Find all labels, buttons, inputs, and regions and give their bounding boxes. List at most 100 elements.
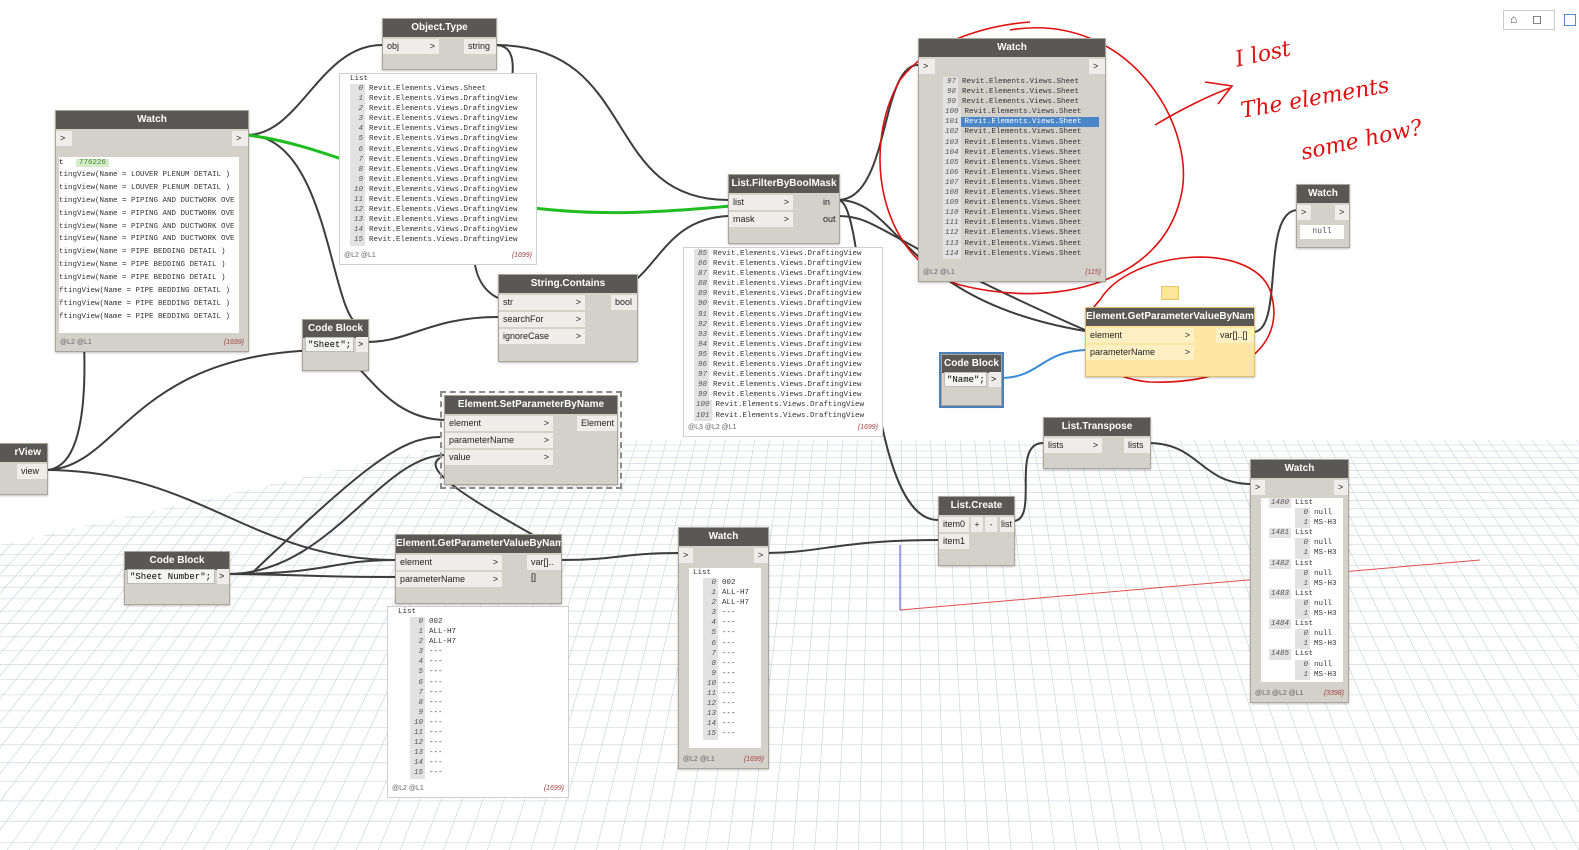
node-code-block-sheet-number[interactable]: Code Block "Sheet Number"; > bbox=[124, 551, 230, 605]
list-item[interactable]: 10 --- bbox=[410, 717, 568, 729]
port-var[interactable]: var[]..[] bbox=[527, 555, 561, 582]
list-item[interactable]: 97 Revit.Elements.Views.DraftingView bbox=[694, 370, 882, 381]
list-item[interactable]: 15 Revit.Elements.Views.DraftingView bbox=[350, 235, 536, 246]
list-item[interactable]: 98 Revit.Elements.Views.DraftingView bbox=[694, 380, 882, 391]
list-item[interactable]: 12 Revit.Elements.Views.DraftingView bbox=[350, 205, 536, 216]
list-item[interactable]: 98 Revit.Elements.Views.Sheet bbox=[943, 87, 1099, 98]
port-mask[interactable]: mask > bbox=[729, 212, 793, 227]
list-item[interactable]: 0 002 bbox=[410, 617, 568, 628]
list-item[interactable]: 114 Revit.Elements.Views.Sheet bbox=[943, 248, 1099, 259]
code-editor[interactable]: "Name"; bbox=[944, 372, 987, 387]
list-item[interactable]: 15 --- bbox=[703, 729, 761, 740]
list-item[interactable]: 13 --- bbox=[410, 748, 568, 759]
list-group[interactable]: 1483 List bbox=[1269, 588, 1343, 599]
list-item[interactable]: 6 --- bbox=[703, 638, 761, 649]
list-item[interactable]: 4 Revit.Elements.Views.DraftingView bbox=[350, 124, 536, 135]
list-item[interactable]: 113 Revit.Elements.Views.Sheet bbox=[943, 238, 1099, 249]
node-watch-null[interactable]: Watch > > null bbox=[1296, 184, 1350, 248]
list-item[interactable]: 4 --- bbox=[410, 657, 568, 668]
watch-preview[interactable]: List 0 002 1 ALL-H7 2 ALL-H7 3 --- 4 --- 5 --- 6 --- 7… bbox=[689, 568, 761, 748]
port-parameter-name[interactable]: parameterName > bbox=[445, 433, 553, 448]
port-parameter-name[interactable]: parameterName > bbox=[396, 572, 502, 587]
port-input[interactable]: > bbox=[56, 131, 72, 146]
port-var[interactable]: var[]..[] bbox=[1216, 328, 1254, 343]
3d-view-icon[interactable]: ⌂ bbox=[1510, 12, 1517, 26]
node-list-transpose[interactable]: List.Transpose lists > lists bbox=[1043, 417, 1151, 469]
list-item[interactable]: 100 Revit.Elements.Views.DraftingView bbox=[694, 400, 882, 411]
node-watch-top-right[interactable]: Watch > > 97 Revit.Elements.Views.Sheet 98… bbox=[918, 38, 1106, 282]
list-item[interactable]: 5 --- bbox=[410, 667, 568, 678]
list-item[interactable]: 13 --- bbox=[703, 709, 761, 720]
list-item[interactable]: 1 MS-H3 bbox=[1269, 669, 1343, 680]
node-list-create[interactable]: List.Create item0 + - list item1 bbox=[938, 496, 1015, 566]
port-output[interactable]: > bbox=[1334, 480, 1348, 495]
list-item[interactable]: 97 Revit.Elements.Views.Sheet bbox=[943, 77, 1099, 88]
list-item[interactable]: tingView(Name = LOUVER PLENUM DETAIL ) bbox=[59, 169, 239, 182]
list-item[interactable]: 11 --- bbox=[703, 689, 761, 700]
watch-preview[interactable]: t 776226 tingView(Name = LOUVER PLENUM D… bbox=[59, 157, 239, 333]
list-item[interactable]: 0 null bbox=[1269, 538, 1343, 549]
list-item[interactable]: 104 Revit.Elements.Views.Sheet bbox=[943, 147, 1099, 158]
list-item[interactable]: 91 Revit.Elements.Views.DraftingView bbox=[694, 309, 882, 320]
filter-preview[interactable]: 85 Revit.Elements.Views.DraftingView 86 Rev… bbox=[683, 247, 883, 437]
port-output[interactable]: > bbox=[232, 131, 248, 146]
list-item[interactable]: 0 null bbox=[1269, 659, 1343, 670]
list-item[interactable]: 1 MS-H3 bbox=[1269, 639, 1343, 650]
list-item[interactable]: 109 Revit.Elements.Views.Sheet bbox=[943, 198, 1099, 209]
port-ignore-case[interactable]: ignoreCase > bbox=[499, 329, 585, 344]
list-item[interactable]: 108 Revit.Elements.Views.Sheet bbox=[943, 188, 1099, 199]
list-item[interactable]: 95 Revit.Elements.Views.DraftingView bbox=[694, 349, 882, 361]
node-set-parameter-by-name[interactable]: Element.SetParameterByName element > Elem… bbox=[440, 391, 622, 489]
port-input[interactable]: > bbox=[1251, 480, 1265, 495]
port-output[interactable]: > bbox=[356, 337, 368, 352]
list-item[interactable]: ftingView(Name = PIPE BEDDING DETAIL ) bbox=[59, 311, 239, 324]
list-item[interactable]: 101 Revit.Elements.Views.Sheet bbox=[943, 117, 1099, 128]
list-item[interactable]: 0 null bbox=[1269, 629, 1343, 640]
list-item[interactable]: 14 --- bbox=[703, 719, 761, 730]
list-item[interactable]: 93 Revit.Elements.Views.DraftingView bbox=[694, 329, 882, 340]
list-item[interactable]: 1 ALL-H7 bbox=[410, 627, 568, 638]
list-item[interactable]: 0 Revit.Elements.Views.Sheet bbox=[350, 84, 536, 95]
node-partial-view[interactable]: rView view bbox=[0, 443, 48, 495]
list-group[interactable]: 1480 List bbox=[1269, 498, 1343, 509]
list-item[interactable]: 6 Revit.Elements.Views.DraftingView bbox=[350, 144, 536, 155]
port-element[interactable]: element > bbox=[445, 416, 553, 431]
port-obj[interactable]: obj > bbox=[383, 39, 439, 54]
list-item[interactable]: tingView(Name = PIPE BEDDING DETAIL ) bbox=[59, 259, 239, 272]
node-get-parameter-yellow[interactable]: Element.GetParameterValueByName element >… bbox=[1085, 307, 1255, 377]
port-output[interactable]: > bbox=[217, 569, 229, 584]
list-item[interactable]: 2 ALL-H7 bbox=[703, 598, 761, 609]
list-item[interactable]: 8 --- bbox=[703, 658, 761, 669]
port-element[interactable]: element > bbox=[396, 555, 502, 570]
list-item[interactable]: 1 MS-H3 bbox=[1269, 578, 1343, 589]
node-get-parameter-bottom[interactable]: Element.GetParameterValueByName element >… bbox=[395, 534, 562, 604]
list-item[interactable]: ftingView(Name = PIPE BEDDING DETAIL ) bbox=[59, 285, 239, 298]
node-object-type[interactable]: Object.Type obj > string bbox=[382, 18, 497, 70]
panel-collapse-icon[interactable] bbox=[1564, 14, 1576, 26]
list-item[interactable]: tingView(Name = PIPING AND DUCTWORK OVE bbox=[59, 208, 239, 221]
list-item[interactable]: 99 Revit.Elements.Views.DraftingView bbox=[694, 390, 882, 401]
list-item[interactable]: 106 Revit.Elements.Views.Sheet bbox=[943, 167, 1099, 178]
list-item[interactable]: 101 Revit.Elements.Views.DraftingView bbox=[694, 410, 882, 421]
list-item[interactable]: 1 MS-H3 bbox=[1269, 609, 1343, 620]
list-item[interactable]: 1 Revit.Elements.Views.DraftingView bbox=[350, 94, 536, 105]
list-item[interactable]: 8 --- bbox=[410, 697, 568, 708]
list-item[interactable]: 2 ALL-H7 bbox=[410, 637, 568, 648]
list-item[interactable]: ftingView(Name = PIPE BEDDING DETAIL ) bbox=[59, 298, 239, 311]
port-bool[interactable]: bool bbox=[611, 295, 637, 310]
port-element[interactable]: element > bbox=[1086, 328, 1194, 343]
list-item[interactable]: 3 --- bbox=[703, 608, 761, 619]
add-input-button[interactable]: + bbox=[971, 517, 983, 532]
list-item[interactable]: tingView(Name = PIPING AND DUCTWORK OVE bbox=[59, 221, 239, 234]
list-item[interactable]: 12 --- bbox=[703, 699, 761, 710]
list-item[interactable]: 13 Revit.Elements.Views.DraftingView bbox=[350, 215, 536, 226]
list-item[interactable]: 9 --- bbox=[703, 668, 761, 679]
list-item[interactable]: 9 Revit.Elements.Views.DraftingView bbox=[350, 174, 536, 185]
list-item[interactable]: 87 Revit.Elements.Views.DraftingView bbox=[694, 269, 882, 280]
list-item[interactable]: tingView(Name = PIPE BEDDING DETAIL ) bbox=[59, 246, 239, 259]
port-view[interactable]: view bbox=[17, 464, 47, 479]
port-list[interactable]: list bbox=[1000, 517, 1014, 532]
list-group[interactable]: 1485 List bbox=[1269, 649, 1343, 660]
list-item[interactable]: 1 ALL-H7 bbox=[703, 588, 761, 599]
list-item[interactable]: 99 Revit.Elements.Views.Sheet bbox=[943, 97, 1099, 108]
